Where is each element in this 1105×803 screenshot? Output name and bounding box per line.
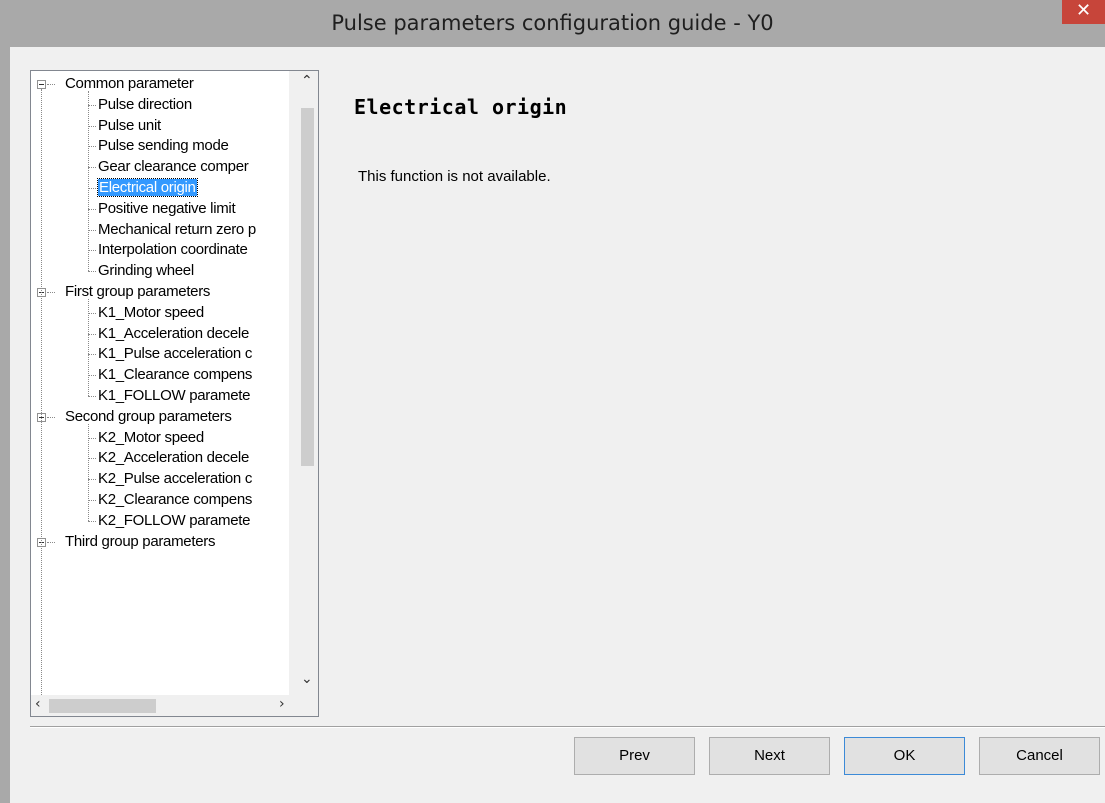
tree-item-label: Gear clearance comper	[98, 158, 249, 176]
tree-item-label: Positive negative limit	[98, 199, 236, 217]
tree-item[interactable]: K2_Motor speed	[98, 428, 204, 448]
vertical-scroll-thumb[interactable]	[301, 108, 314, 466]
tree-connector	[88, 104, 96, 106]
tree-group-3[interactable]: Second group parameters	[65, 407, 232, 427]
tree-item-label: K1_Acceleration decele	[98, 324, 250, 342]
tree-connector	[88, 520, 96, 522]
tree-connector	[47, 416, 55, 418]
tree-item[interactable]: K2_Clearance compens	[98, 490, 252, 510]
scroll-down-arrow-icon[interactable]: ⌄	[301, 671, 313, 687]
tree-item[interactable]: Positive negative limit	[98, 199, 236, 219]
cancel-button[interactable]: Cancel	[979, 737, 1100, 775]
content-message: This function is not available.	[358, 168, 551, 185]
tree-viewport: Common parameter Pulse direction Pulse uni…	[31, 71, 289, 695]
dialog-client-area: Common parameter Pulse direction Pulse uni…	[10, 47, 1105, 803]
tree-connector	[88, 298, 89, 396]
tree-item-label: K1_Clearance compens	[98, 366, 253, 384]
tree-item-label: K1_Motor speed	[98, 303, 204, 321]
tree-connector	[47, 541, 55, 543]
tree-group-label: Third group parameters	[65, 532, 216, 550]
tree-connector	[88, 271, 96, 273]
tree-group-label: Second group parameters	[65, 407, 232, 425]
prev-button[interactable]: Prev	[574, 737, 695, 775]
tree-connector	[88, 458, 96, 460]
tree-item[interactable]: Grinding wheel	[98, 261, 194, 281]
tree-group-label: First group parameters	[65, 283, 211, 300]
tree-item-label: K1_FOLLOW paramete	[98, 387, 251, 404]
tree-item-label: Electrical origin	[97, 178, 198, 197]
tree-item[interactable]: K2_FOLLOW paramete	[98, 511, 250, 531]
tree-connector	[88, 500, 96, 501]
tree-item-label: Grinding wheel	[98, 262, 194, 280]
tree-connector	[88, 312, 96, 314]
tree-item[interactable]: Interpolation coordinate	[98, 240, 248, 260]
collapse-toggle-icon[interactable]	[37, 80, 46, 89]
tree-connector	[88, 208, 96, 210]
tree-item-label: Pulse unit	[98, 116, 161, 134]
tree-item-label: Interpolation coordinate	[98, 241, 248, 259]
window-title: Pulse parameters configuration guide - Y…	[331, 11, 774, 35]
tree-item[interactable]: K1_Motor speed	[98, 303, 204, 323]
tree-item[interactable]: Gear clearance comper	[98, 157, 249, 177]
tree-item[interactable]: K2_Pulse acceleration c	[98, 469, 252, 489]
tree-item-label: Pulse sending mode	[98, 137, 229, 155]
tree-connector	[88, 437, 96, 439]
tree-group-1[interactable]: Common parameter	[65, 74, 194, 94]
tree-connector	[41, 89, 42, 695]
tree-connector	[47, 84, 55, 85]
parameter-tree: Common parameter Pulse direction Pulse uni…	[30, 70, 319, 717]
tree-item[interactable]: Pulse direction	[98, 95, 192, 115]
tree-group-2[interactable]: First group parameters	[65, 282, 210, 302]
tree-item[interactable]: K1_FOLLOW paramete	[98, 386, 250, 406]
tree-item[interactable]: Pulse unit	[98, 116, 161, 136]
close-button[interactable]: ✕	[1062, 0, 1105, 24]
tree-connector	[88, 333, 96, 335]
tree-item[interactable]: K1_Pulse acceleration c	[98, 344, 252, 364]
tree-vertical-scrollbar[interactable]: ⌃ ⌄	[289, 71, 318, 695]
tree-connector	[88, 423, 89, 521]
tree-item-label: K2_Acceleration decele	[98, 449, 250, 467]
scroll-up-arrow-icon[interactable]: ⌃	[301, 73, 313, 89]
tree-item-label: K2_Pulse acceleration c	[98, 470, 253, 488]
footer-divider-highlight	[30, 727, 1105, 728]
tree-connector	[88, 229, 96, 231]
next-button[interactable]: Next	[709, 737, 830, 775]
tree-connector	[88, 146, 96, 148]
tree-horizontal-scrollbar[interactable]: ‹ ›	[31, 695, 318, 716]
tree-item-label: K2_FOLLOW paramete	[98, 511, 251, 529]
tree-item[interactable]: Electrical origin	[97, 178, 198, 198]
tree-group-label: Common parameter	[65, 75, 194, 92]
tree-connector	[47, 292, 55, 293]
tree-item[interactable]: K1_Clearance compens	[98, 365, 252, 385]
close-icon: ✕	[1075, 0, 1092, 21]
tree-connector	[88, 250, 96, 252]
tree-connector	[88, 188, 96, 189]
tree-connector	[88, 167, 96, 169]
tree-connector	[88, 125, 96, 127]
tree-connector	[88, 375, 96, 377]
tree-item[interactable]: K2_Acceleration decele	[98, 448, 249, 468]
scroll-left-arrow-icon[interactable]: ‹	[35, 696, 41, 712]
dialog-window: Pulse parameters configuration guide - Y…	[0, 0, 1105, 803]
tree-item[interactable]: Pulse sending mode	[98, 136, 229, 156]
ok-button[interactable]: OK	[844, 737, 965, 775]
tree-group-4[interactable]: Third group parameters	[65, 532, 215, 552]
tree-item[interactable]: K1_Acceleration decele	[98, 324, 249, 344]
tree-connector	[88, 479, 96, 481]
tree-item-label: Mechanical return zero p	[98, 220, 256, 238]
content-heading: Electrical origin	[354, 95, 568, 119]
title-bar[interactable]: Pulse parameters configuration guide - Y…	[0, 0, 1105, 47]
tree-connector	[88, 354, 96, 356]
horizontal-scroll-thumb[interactable]	[49, 699, 156, 713]
tree-item-label: K1_Pulse acceleration c	[98, 345, 253, 363]
tree-item-label: Pulse direction	[98, 95, 192, 113]
scroll-right-arrow-icon[interactable]: ›	[279, 696, 285, 712]
tree-item-label: K2_Motor speed	[98, 428, 204, 446]
tree-item-label: K2_Clearance compens	[98, 491, 253, 508]
tree-connector	[88, 396, 96, 397]
tree-connector	[88, 90, 89, 272]
tree-item[interactable]: Mechanical return zero p	[98, 220, 256, 240]
